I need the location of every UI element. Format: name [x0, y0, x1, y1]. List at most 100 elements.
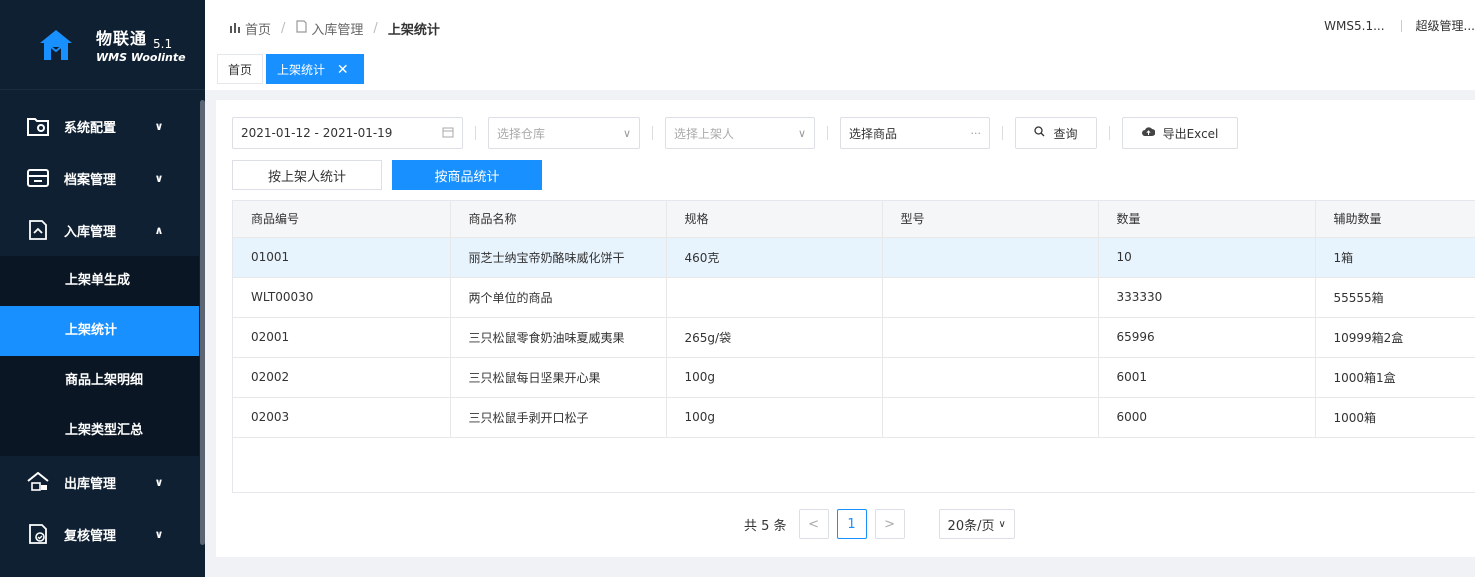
filter-separator — [827, 126, 828, 140]
system-version-label[interactable]: WMS5.1... — [1324, 19, 1384, 33]
page-number-button[interactable]: 1 — [836, 509, 867, 539]
header: 首页 / 入库管理 / 上架统计 WMS5.1... 超级管理... 首页 上架… — [205, 0, 1475, 90]
column-header: 型号 — [882, 201, 1099, 238]
sidebar: 物联通 5.1 WMS Woolinte 系统配置 ∨ 档案管理 ∨ 入库管理 ∧ — [0, 0, 205, 577]
sidebar-item-label: 系统配置 — [64, 120, 117, 136]
filter-separator — [1109, 126, 1110, 140]
export-excel-button[interactable]: 导出Excel — [1122, 117, 1238, 149]
column-header: 辅助数量 — [1315, 201, 1475, 238]
submenu-item-putaway-generate[interactable]: 上架单生成 — [0, 256, 199, 306]
more-icon[interactable]: ··· — [971, 127, 982, 140]
tab-putaway-stats[interactable]: 上架统计 ✕ — [266, 54, 364, 84]
table-cell: 10 — [1098, 237, 1316, 278]
table-row[interactable]: WLT00030 两个单位的商品 333330 55555箱 — [233, 277, 1475, 318]
table-cell: 10999箱2盒 — [1315, 317, 1475, 358]
table-cell: 02002 — [233, 357, 451, 398]
table-cell: WLT00030 — [233, 277, 451, 318]
table-cell: 两个单位的商品 — [450, 277, 667, 318]
table-cell — [882, 397, 1099, 438]
table-cell — [666, 277, 883, 318]
column-header: 数量 — [1098, 201, 1316, 238]
inbound-submenu: 上架单生成 上架统计 商品上架明细 上架类型汇总 — [0, 256, 199, 456]
search-icon — [1034, 126, 1045, 140]
table-cell: 丽芝士纳宝帝奶酪味威化饼干 — [450, 237, 667, 278]
app-name: 物联通 — [96, 29, 148, 48]
logo[interactable]: 物联通 5.1 WMS Woolinte — [0, 0, 205, 90]
table-row[interactable]: 01001 丽芝士纳宝帝奶酪味威化饼干 460克 10 1箱 — [233, 237, 1475, 278]
table-cell: 460克 — [666, 237, 883, 278]
filter-separator — [475, 126, 476, 140]
sidebar-item-review[interactable]: 复核管理 ∨ — [0, 508, 199, 560]
sidebar-item-label: 复核管理 — [64, 528, 117, 544]
table-cell: 02001 — [233, 317, 451, 358]
pagination: 共 5 条 < 1 > 20条/页 ∨ — [744, 509, 1015, 539]
submenu-item-putaway-stats[interactable]: 上架统计 — [0, 306, 199, 356]
table-cell: 100g — [666, 357, 883, 398]
breadcrumb-home[interactable]: 首页 — [245, 19, 271, 38]
submenu-item-putaway-detail[interactable]: 商品上架明细 — [0, 356, 199, 406]
next-page-button[interactable]: > — [874, 509, 905, 539]
filter-bar: 2021-01-12 - 2021-01-19 选择仓库 ∨ 选择上架人 ∨ 选… — [232, 117, 1238, 149]
sidebar-item-outbound[interactable]: 出库管理 ∨ — [0, 456, 199, 508]
app-subtitle: WMS Woolinte — [96, 51, 186, 64]
query-label: 查询 — [1053, 126, 1078, 141]
table-row[interactable]: 02001 三只松鼠零食奶油味夏威夷果 265g/袋 65996 10999箱2… — [233, 317, 1475, 358]
main-content: 2021-01-12 - 2021-01-19 选择仓库 ∨ 选择上架人 ∨ 选… — [216, 100, 1475, 557]
page-size-value: 20条/页 — [947, 518, 995, 534]
stats-table: 商品编号 商品名称 规格 型号 数量 辅助数量 01001 丽芝士纳宝帝奶酪味威… — [232, 200, 1475, 493]
calendar-icon — [442, 126, 454, 141]
breadcrumb: 首页 / 入库管理 / 上架统计 — [229, 19, 440, 38]
archive-icon — [26, 167, 50, 189]
user-menu[interactable]: 超级管理... — [1416, 17, 1475, 34]
chevron-up-icon: ∧ — [154, 223, 164, 237]
sidebar-item-inbound[interactable]: 入库管理 ∧ — [0, 204, 199, 256]
breadcrumb-separator: / — [373, 21, 378, 36]
product-picker[interactable]: 选择商品 ··· — [840, 117, 990, 149]
pagination-total: 共 5 条 — [744, 518, 787, 534]
inbound-icon — [26, 219, 50, 241]
table-row[interactable]: 02003 三只松鼠手剥开口松子 100g 6000 1000箱 — [233, 397, 1475, 438]
cloud-upload-icon — [1141, 126, 1156, 140]
table-cell — [882, 277, 1099, 318]
column-header: 商品编号 — [233, 201, 451, 238]
filter-separator — [1002, 126, 1003, 140]
table-row[interactable]: 02002 三只松鼠每日坚果开心果 100g 6001 1000箱1盒 — [233, 357, 1475, 398]
chevron-down-icon: ∨ — [154, 475, 164, 489]
tab-label: 首页 — [228, 63, 253, 77]
header-right: WMS5.1... 超级管理... — [1324, 17, 1475, 34]
page-tabs: 首页 上架统计 ✕ — [217, 54, 367, 84]
query-button[interactable]: 查询 — [1015, 117, 1097, 149]
operator-placeholder: 选择上架人 — [674, 126, 735, 141]
table-cell: 6001 — [1098, 357, 1316, 398]
by-operator-button[interactable]: 按上架人统计 — [232, 160, 382, 190]
table-header-row: 商品编号 商品名称 规格 型号 数量 辅助数量 — [233, 201, 1475, 238]
sidebar-item-label: 入库管理 — [64, 224, 117, 240]
sidebar-scrollbar[interactable] — [200, 100, 205, 545]
table-cell: 三只松鼠每日坚果开心果 — [450, 357, 667, 398]
table-cell: 01001 — [233, 237, 451, 278]
house-logo-icon — [40, 29, 72, 60]
breadcrumb-current: 上架统计 — [387, 23, 440, 38]
sidebar-item-system-config[interactable]: 系统配置 ∨ — [0, 100, 199, 152]
page-size-select[interactable]: 20条/页 ∨ — [938, 509, 1015, 539]
header-divider — [1400, 19, 1402, 32]
app-version: 5.1 — [153, 37, 173, 51]
column-header: 商品名称 — [450, 201, 667, 238]
breadcrumb-parent[interactable]: 入库管理 — [311, 19, 363, 38]
product-placeholder: 选择商品 — [849, 126, 898, 141]
tab-label: 上架统计 — [277, 63, 326, 77]
date-range-picker[interactable]: 2021-01-12 - 2021-01-19 — [232, 117, 463, 149]
table-cell — [882, 317, 1099, 358]
operator-select[interactable]: 选择上架人 ∨ — [665, 117, 815, 149]
sidebar-item-archive[interactable]: 档案管理 ∨ — [0, 152, 199, 204]
table-cell: 55555箱 — [1315, 277, 1475, 318]
warehouse-select[interactable]: 选择仓库 ∨ — [488, 117, 640, 149]
close-icon[interactable]: ✕ — [337, 62, 349, 78]
chevron-down-icon: ∨ — [797, 126, 806, 140]
table-cell: 1箱 — [1315, 237, 1475, 278]
table-cell: 1000箱 — [1315, 397, 1475, 438]
tab-home[interactable]: 首页 — [217, 54, 264, 84]
submenu-item-putaway-type-summary[interactable]: 上架类型汇总 — [0, 406, 199, 456]
prev-page-button[interactable]: < — [798, 509, 829, 539]
by-product-button[interactable]: 按商品统计 — [392, 160, 542, 190]
